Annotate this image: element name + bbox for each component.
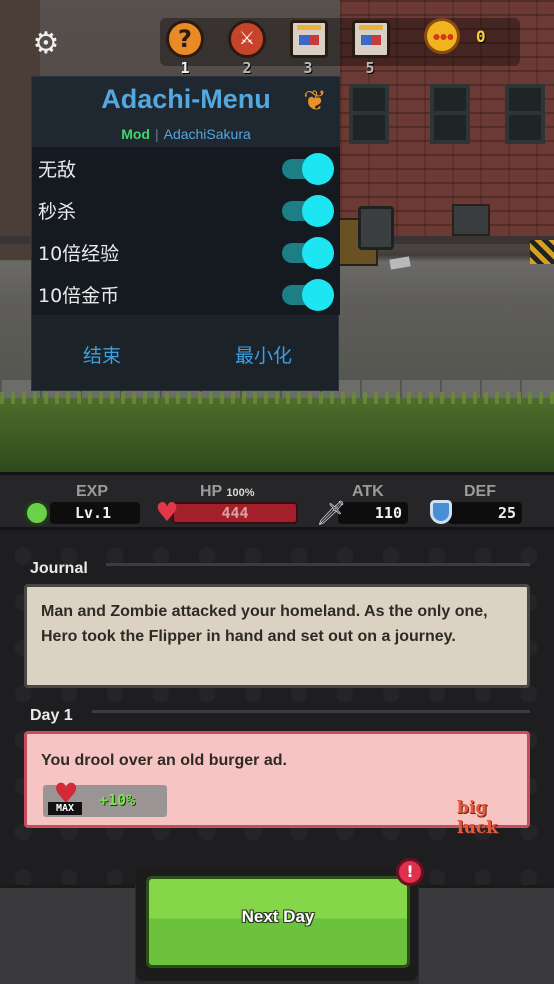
mod-menu-subtitle: Mod | AdachiSakura [32, 126, 340, 142]
mod-item-10x-exp: 10倍经验 [32, 231, 340, 273]
stats-bar: EXP Lv.1 HP 100% 444 ♥ ATK 110 🗡 DEF 25 [0, 472, 554, 530]
divider [92, 710, 530, 713]
building-window [505, 84, 545, 144]
toggle-switch[interactable] [282, 279, 334, 311]
grass-strip [0, 392, 554, 472]
litter [389, 256, 411, 270]
toggle-knob [302, 279, 334, 311]
treasure-box-icon[interactable] [290, 20, 328, 58]
building-window [349, 84, 389, 144]
coin-icon [424, 18, 460, 54]
mod-item-one-hit-kill: 秒杀 [32, 189, 340, 231]
treasure-box-icon[interactable] [352, 20, 390, 58]
building-window [430, 84, 470, 144]
mod-item-label: 10倍金币 [38, 285, 120, 307]
toggle-knob [302, 237, 334, 269]
atk-value: 110 [338, 502, 408, 524]
trash-barrel [358, 206, 394, 250]
divider [106, 563, 530, 566]
gold-count: 0 [476, 27, 486, 46]
gear-icon[interactable]: ⚙ [31, 29, 61, 59]
hp-label: HP 100% [200, 483, 255, 501]
sword-icon: 🗡 [316, 499, 347, 527]
journal-heading: Journal [30, 560, 88, 577]
toggle-switch[interactable] [282, 195, 334, 227]
end-button[interactable]: 结束 [83, 341, 121, 368]
mod-author: AdachiSakura [163, 126, 251, 142]
mod-item-label: 无敌 [38, 159, 77, 181]
def-label: DEF [464, 483, 496, 500]
exp-orb-icon [24, 500, 50, 526]
shield-icon [430, 500, 452, 524]
hp-percent: 100% [226, 487, 255, 499]
mod-menu-title: Adachi-Menu [101, 84, 271, 114]
maple-leaf-icon: ❦ [303, 84, 327, 117]
mod-item-label: 10倍经验 [38, 243, 120, 265]
slot-3-count: 3 [303, 59, 313, 77]
slot-4-count: 5 [365, 59, 375, 77]
mod-item-invincible: 无敌 [32, 147, 340, 189]
mod-item-10x-gold: 10倍金币 [32, 273, 340, 315]
bottom-left-panel [0, 885, 135, 984]
day-heading: Day 1 [30, 707, 73, 724]
toggle-switch[interactable] [282, 153, 334, 185]
toggle-switch[interactable] [282, 237, 334, 269]
bonus-value: +10% [99, 791, 136, 809]
minimize-button[interactable]: 最小化 [235, 341, 292, 368]
mod-menu: Adachi-Menu ❦ Mod | AdachiSakura 无敌 秒杀 10倍… [31, 76, 340, 391]
max-hp-bonus: ♥ MAX +10% [43, 780, 167, 817]
heart-icon: ♥ [155, 498, 179, 528]
day-event-text: You drool over an old burger ad. [41, 752, 287, 769]
next-day-button[interactable]: Next Day [146, 876, 410, 968]
def-value: 25 [448, 502, 522, 524]
question-icon[interactable]: ? [166, 20, 204, 58]
next-day-label: Next Day [241, 907, 315, 926]
sword-badge-icon[interactable]: ⚔ [228, 20, 266, 58]
hp-label-text: HP [200, 483, 222, 500]
journal-card: Man and Zombie attacked your homeland. A… [24, 584, 530, 688]
mod-item-label: 秒杀 [38, 201, 77, 223]
slot-2-count: 2 [242, 59, 252, 77]
hp-bar: 444 [172, 502, 298, 524]
mod-tag: Mod [121, 126, 150, 142]
alert-icon: ! [396, 858, 424, 886]
day-event-card: You drool over an old burger ad. ♥ MAX +… [24, 731, 530, 838]
exp-label: EXP [76, 483, 109, 500]
mod-menu-items: 无敌 秒杀 10倍经验 10倍金币 [32, 147, 340, 315]
max-badge: MAX [48, 802, 82, 815]
bottom-right-panel [419, 885, 554, 984]
toggle-knob [302, 195, 334, 227]
subtitle-separator: | [154, 126, 159, 142]
luck-tag: big luck [457, 798, 498, 838]
bin [452, 204, 490, 236]
hazard-barrier [530, 240, 554, 264]
toggle-knob [302, 153, 334, 185]
exp-level: Lv.1 [50, 502, 140, 524]
mod-menu-header[interactable]: Adachi-Menu ❦ Mod | AdachiSakura [32, 77, 340, 147]
slot-1-count: 1 [180, 59, 190, 77]
journal-text: Man and Zombie attacked your homeland. A… [41, 603, 488, 645]
atk-label: ATK [352, 483, 384, 500]
hud-bar [160, 18, 520, 66]
